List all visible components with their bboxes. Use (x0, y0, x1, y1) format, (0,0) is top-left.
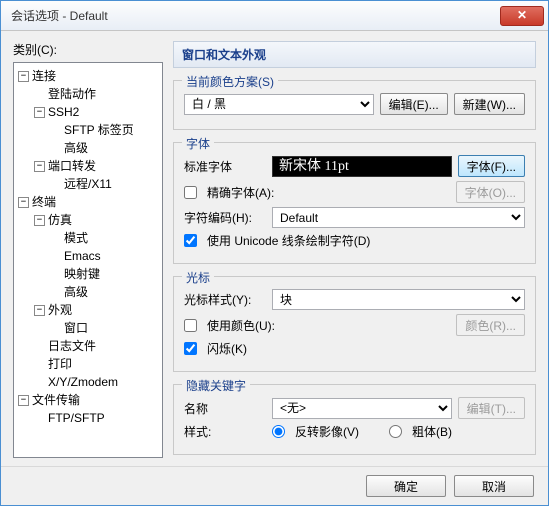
tree-node-print[interactable]: 打印 (34, 355, 160, 373)
collapse-icon[interactable]: − (34, 107, 45, 118)
close-button[interactable]: ✕ (500, 6, 544, 26)
dialog-footer: 确定 取消 (1, 466, 548, 505)
panel-title: 窗口和文本外观 (173, 41, 536, 68)
use-color-label: 使用颜色(U): (207, 317, 450, 334)
tree-node-port-forward[interactable]: −端口转发 远程/X11 (34, 157, 160, 193)
tree-node-remote-x11[interactable]: 远程/X11 (50, 175, 160, 193)
tree-node-terminal[interactable]: −终端 −仿真 模式 Emacs 映射键 高级 −外观 (18, 193, 160, 391)
tree-node-sftp-tab[interactable]: SFTP 标签页 (50, 121, 160, 139)
tree-node-filetransfer[interactable]: −文件传输 FTP/SFTP (18, 391, 160, 427)
tree-node-emulation[interactable]: −仿真 模式 Emacs 映射键 高级 (34, 211, 160, 301)
tree-node-appearance[interactable]: −外观 窗口 (34, 301, 160, 337)
dialog-window: 会话选项 - Default ✕ 类别(C): −连接 登陆动作 −SSH2 S… (0, 0, 549, 506)
tree-node-advanced[interactable]: 高级 (50, 139, 160, 157)
invert-radio[interactable] (272, 425, 285, 438)
scheme-edit-button[interactable]: 编辑(E)... (380, 93, 448, 115)
precise-font-checkbox[interactable] (184, 186, 197, 199)
tree-node-login[interactable]: 登陆动作 (34, 85, 160, 103)
scheme-legend: 当前颜色方案(S) (182, 73, 278, 90)
standard-font-label: 标准字体 (184, 158, 266, 175)
precise-font-button: 字体(O)... (456, 181, 525, 203)
tree-node-advanced2[interactable]: 高级 (50, 283, 160, 301)
hidden-edit-button: 编辑(T)... (458, 397, 525, 419)
category-label: 类别(C): (13, 41, 163, 58)
font-button[interactable]: 字体(F)... (458, 155, 525, 177)
cursor-style-select[interactable]: 块 (272, 289, 525, 310)
encoding-label: 字符编码(H): (184, 209, 266, 226)
hidden-name-label: 名称 (184, 400, 266, 417)
font-sample: 新宋体 11pt (272, 156, 452, 177)
hidden-legend: 隐藏关键字 (182, 377, 250, 394)
cursor-style-label: 光标样式(Y): (184, 291, 266, 308)
font-legend: 字体 (182, 135, 214, 152)
tree-node-mode[interactable]: 模式 (50, 229, 160, 247)
scheme-group: 当前颜色方案(S) 白 / 黑 编辑(E)... 新建(W)... (173, 80, 536, 130)
collapse-icon[interactable]: − (18, 71, 29, 82)
bold-radio[interactable] (389, 425, 402, 438)
tree-node-ftpsftp[interactable]: FTP/SFTP (34, 409, 160, 427)
cursor-group: 光标 光标样式(Y): 块 使用颜色(U): 颜色(R)... 闪烁(K) (173, 276, 536, 372)
blink-checkbox[interactable] (184, 342, 197, 355)
collapse-icon[interactable]: − (34, 305, 45, 316)
hidden-name-select[interactable]: <无> (272, 398, 452, 419)
precise-font-label: 精确字体(A): (207, 184, 450, 201)
scheme-select[interactable]: 白 / 黑 (184, 94, 374, 115)
invert-label: 反转影像(V) (295, 423, 359, 440)
font-group: 字体 标准字体 新宋体 11pt 字体(F)... 精确字体(A): 字体(O)… (173, 142, 536, 264)
unicode-lines-label: 使用 Unicode 线条绘制字符(D) (207, 232, 370, 249)
window-title: 会话选项 - Default (11, 7, 500, 24)
ok-button[interactable]: 确定 (366, 475, 446, 497)
blink-label: 闪烁(K) (207, 340, 247, 357)
tree-node-emacs[interactable]: Emacs (50, 247, 160, 265)
tree-node-xyz[interactable]: X/Y/Zmodem (34, 373, 160, 391)
cancel-button[interactable]: 取消 (454, 475, 534, 497)
scheme-new-button[interactable]: 新建(W)... (454, 93, 525, 115)
tree-node-connection[interactable]: −连接 登陆动作 −SSH2 SFTP 标签页 高级 −端口转发 远程/X11 (18, 67, 160, 193)
tree-node-ssh2[interactable]: −SSH2 SFTP 标签页 高级 (34, 103, 160, 157)
unicode-lines-checkbox[interactable] (184, 234, 197, 247)
titlebar: 会话选项 - Default ✕ (1, 1, 548, 31)
encoding-select[interactable]: Default (272, 207, 525, 228)
collapse-icon[interactable]: − (18, 197, 29, 208)
category-tree[interactable]: −连接 登陆动作 −SSH2 SFTP 标签页 高级 −端口转发 远程/X11 (13, 62, 163, 458)
tree-node-mapkeys[interactable]: 映射键 (50, 265, 160, 283)
collapse-icon[interactable]: − (34, 161, 45, 172)
hidden-style-label: 样式: (184, 423, 266, 440)
collapse-icon[interactable]: − (18, 395, 29, 406)
tree-node-logfile[interactable]: 日志文件 (34, 337, 160, 355)
bold-label: 粗体(B) (412, 423, 452, 440)
use-color-checkbox[interactable] (184, 319, 197, 332)
collapse-icon[interactable]: − (34, 215, 45, 226)
cursor-legend: 光标 (182, 269, 214, 286)
hidden-group: 隐藏关键字 名称 <无> 编辑(T)... 样式: 反转影像(V) 粗体(B) (173, 384, 536, 455)
tree-node-window[interactable]: 窗口 (50, 319, 160, 337)
cursor-color-button: 颜色(R)... (456, 314, 525, 336)
